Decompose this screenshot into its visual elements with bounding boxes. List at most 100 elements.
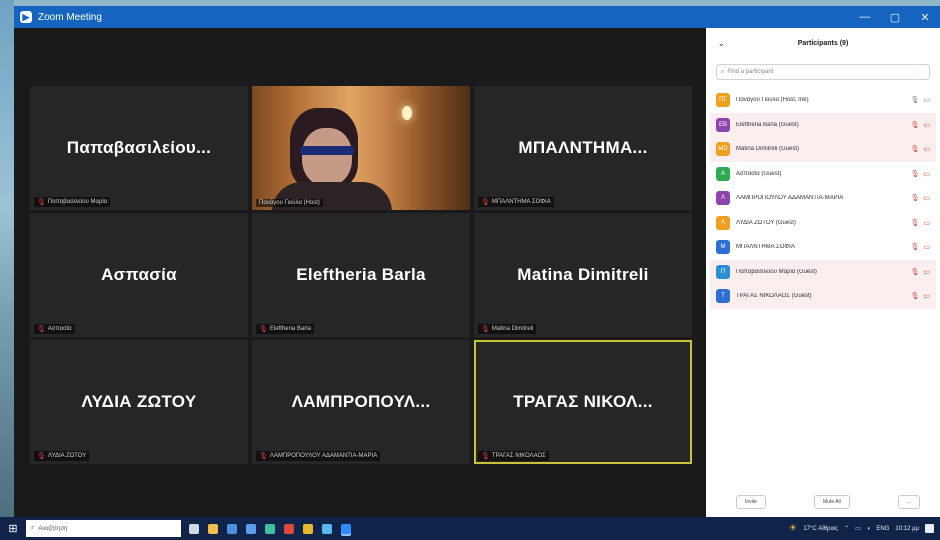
- tile-name-label: 🎙 Matina Dimitreli: [478, 324, 537, 334]
- camera-off-icon[interactable]: ▭: [923, 268, 930, 276]
- tile-label-text: ΤΡΑΓΑΣ ΝΙΚΟΛΑΟΣ: [491, 453, 546, 459]
- avatar: A: [716, 166, 730, 181]
- windows-start-icon[interactable]: ⊞: [0, 522, 26, 535]
- mic-muted-icon[interactable]: 🎙: [910, 121, 919, 129]
- video-tile[interactable]: Ασπασία 🎙 Ασπασία: [30, 213, 248, 337]
- video-tile[interactable]: ΛΥΔΙΑ ΖΩΤΟΥ 🎙 ΛΥΔΙΑ ΖΩΤΟΥ: [30, 340, 248, 464]
- video-face: [302, 128, 352, 186]
- video-tile[interactable]: ΤΡΑΓΑΣ ΝΙΚΟΛ... 🎙 ΤΡΑΓΑΣ ΝΙΚΟΛΑΟΣ: [474, 340, 692, 464]
- tile-label-text: Πανάγου Γιούλα (Host): [259, 200, 320, 206]
- close-button[interactable]: ✕: [910, 11, 940, 24]
- tile-display-name: Ασπασία: [101, 265, 177, 284]
- chevron-down-icon[interactable]: ⌄: [718, 39, 725, 48]
- camera-off-icon[interactable]: ▭: [923, 121, 930, 129]
- tray-chevron-icon[interactable]: ⌃: [844, 525, 849, 532]
- camera-off-icon[interactable]: ▭: [923, 145, 930, 153]
- edge-icon[interactable]: [265, 523, 275, 534]
- tile-display-name: Παπαβασιλείου...: [66, 138, 212, 157]
- mic-muted-icon[interactable]: 🎙: [910, 268, 919, 276]
- participant-row[interactable]: T ΤΡΑΓΑΣ ΝΙΚΟΛΑΟΣ (Guest) 🎙 ▭: [710, 284, 936, 309]
- participant-list: ΠΓ Πανάγου Γιούλα (Host, me) 🎙 ▭ EB Eleftheri…: [710, 88, 936, 309]
- participant-name: Ασπασία (Guest): [736, 170, 782, 177]
- tile-label-text: ΜΠΑΛΝΤΗΜΑ ΣΟΦΙΑ: [491, 199, 551, 205]
- participants-header: ⌄ Participants (9): [706, 28, 940, 58]
- participant-row[interactable]: ΠΓ Πανάγου Γιούλα (Host, me) 🎙 ▭: [710, 88, 936, 113]
- mic-muted-icon[interactable]: 🎙: [910, 292, 919, 300]
- network-icon[interactable]: ▭: [855, 525, 861, 532]
- participant-row[interactable]: A Ασπασία (Guest) 🎙 ▭: [710, 162, 936, 187]
- zoom-icon[interactable]: [341, 523, 351, 534]
- volume-icon[interactable]: ◖: [867, 526, 871, 532]
- participant-row[interactable]: MD Matina Dimitreli (Guest) 🎙 ▭: [710, 137, 936, 162]
- mic-muted-icon[interactable]: 🎙: [910, 219, 919, 227]
- camera-icon[interactable]: ▭: [923, 96, 930, 104]
- mic-muted-icon[interactable]: 🎙: [910, 170, 919, 178]
- participants-footer: Invite Mute All ...: [706, 495, 940, 509]
- tile-name-label: 🎙 ΤΡΑΓΑΣ ΝΙΚΟΛΑΟΣ: [478, 451, 549, 461]
- video-tile[interactable]: Πανάγου Γιούλα (Host): [252, 86, 470, 210]
- mute-all-button[interactable]: Mute All: [813, 495, 850, 509]
- participant-row[interactable]: M ΜΠΑΛΝΤΗΜΑ ΣΟΦΙΑ 🎙 ▭: [710, 235, 936, 260]
- clock[interactable]: 10:12 μμ: [895, 526, 919, 532]
- participant-name: ΛΑΜΠΡΟΠΟΥΛΟΥ ΑΔΑΜΑΝΤΙΑ-ΜΑΡΙΑ: [736, 195, 844, 202]
- camera-off-icon[interactable]: ▭: [923, 243, 930, 251]
- photos-icon[interactable]: [322, 523, 332, 534]
- video-grid: Παπαβασιλείου... 🎙 Παπαβασιλείου Μαρία Πανά…: [30, 86, 692, 464]
- task-view-icon[interactable]: [189, 523, 199, 534]
- title-bar: ▶ Zoom Meeting — ▢ ✕: [14, 6, 940, 28]
- video-tile[interactable]: ΜΠΑΛΝΤΗΜΑ... 🎙 ΜΠΑΛΝΤΗΜΑ ΣΟΦΙΑ: [474, 86, 692, 210]
- tile-name-label: 🎙 Παπαβασιλείου Μαρία: [34, 197, 111, 207]
- tile-name-label: 🎙 ΛΑΜΠΡΟΠΟΥΛΟΥ ΑΔΑΜΑΝΤΙΑ-ΜΑΡΙΑ: [256, 451, 381, 461]
- tile-label-text: ΛΑΜΠΡΟΠΟΥΛΟΥ ΑΔΑΜΑΝΤΙΑ-ΜΑΡΙΑ: [269, 453, 378, 459]
- mic-icon[interactable]: 🎙: [910, 96, 919, 104]
- mic-muted-icon[interactable]: 🎙: [910, 243, 919, 251]
- video-tile[interactable]: Eleftheria Barla 🎙 Eleftheria Barla: [252, 213, 470, 337]
- mic-muted-icon[interactable]: 🎙: [910, 194, 919, 202]
- mail-icon[interactable]: [227, 523, 237, 534]
- participant-row[interactable]: Λ ΛΥΔΙΑ ΖΩΤΟΥ (Guest) 🎙 ▭: [710, 211, 936, 236]
- zoom-icon: ▶: [20, 11, 32, 23]
- avatar: EB: [716, 117, 730, 132]
- participant-status-icons: 🎙 ▭: [910, 243, 930, 251]
- store-icon[interactable]: [246, 523, 256, 534]
- camera-video-feed: [252, 86, 470, 210]
- camera-off-icon[interactable]: ▭: [923, 194, 930, 202]
- avatar: T: [716, 289, 730, 304]
- notification-icon[interactable]: [925, 524, 934, 533]
- mic-muted-icon: 🎙: [481, 326, 490, 333]
- participant-row[interactable]: Λ ΛΑΜΠΡΟΠΟΥΛΟΥ ΑΔΑΜΑΝΤΙΑ-ΜΑΡΙΑ 🎙 ▭: [710, 186, 936, 211]
- tile-label-text: Matina Dimitreli: [491, 326, 534, 332]
- participant-search-input[interactable]: ⌕ Find a participant: [716, 64, 930, 80]
- chrome-icon[interactable]: [303, 523, 313, 534]
- office-icon[interactable]: [284, 523, 294, 534]
- taskbar-search-input[interactable]: ⌕ Αναζήτηση: [26, 520, 181, 537]
- camera-off-icon[interactable]: ▭: [923, 292, 930, 300]
- participant-status-icons: 🎙 ▭: [910, 145, 930, 153]
- file-explorer-icon[interactable]: [208, 523, 218, 534]
- maximize-button[interactable]: ▢: [880, 11, 910, 24]
- weather-text[interactable]: 17°C Αίθριος: [803, 526, 838, 532]
- participant-row[interactable]: Π Παπαβασιλείου Μαρία (Guest) 🎙 ▭: [710, 259, 936, 284]
- tile-name-label: 🎙 Eleftheria Barla: [256, 324, 314, 334]
- minimize-button[interactable]: —: [850, 11, 880, 23]
- video-glasses: [300, 146, 354, 155]
- tile-label-text: Ασπασία: [47, 326, 72, 332]
- camera-off-icon[interactable]: ▭: [923, 170, 930, 178]
- participants-title: Participants (9): [797, 39, 849, 47]
- participant-status-icons: 🎙 ▭: [910, 268, 930, 276]
- tile-label-text: Eleftheria Barla: [269, 326, 311, 332]
- avatar: Λ: [716, 191, 730, 206]
- mic-muted-icon: 🎙: [37, 199, 46, 206]
- video-tile[interactable]: ΛΑΜΠΡΟΠΟΥΛ... 🎙 ΛΑΜΠΡΟΠΟΥΛΟΥ ΑΔΑΜΑΝΤΙΑ-ΜΑΡ…: [252, 340, 470, 464]
- participant-row[interactable]: EB Eleftheria Barla (Guest) 🎙 ▭: [710, 112, 936, 137]
- video-tile[interactable]: Παπαβασιλείου... 🎙 Παπαβασιλείου Μαρία: [30, 86, 248, 210]
- mic-muted-icon[interactable]: 🎙: [910, 145, 919, 153]
- participant-status-icons: 🎙 ▭: [910, 121, 930, 129]
- invite-button[interactable]: Invite: [736, 495, 766, 509]
- more-button[interactable]: ...: [897, 495, 920, 509]
- participant-name: Eleftheria Barla (Guest): [736, 121, 799, 128]
- language-indicator[interactable]: ENG: [876, 526, 889, 532]
- camera-off-icon[interactable]: ▭: [923, 219, 930, 227]
- video-tile[interactable]: Matina Dimitreli 🎙 Matina Dimitreli: [474, 213, 692, 337]
- participant-name: ΤΡΑΓΑΣ ΝΙΚΟΛΑΟΣ (Guest): [736, 293, 812, 300]
